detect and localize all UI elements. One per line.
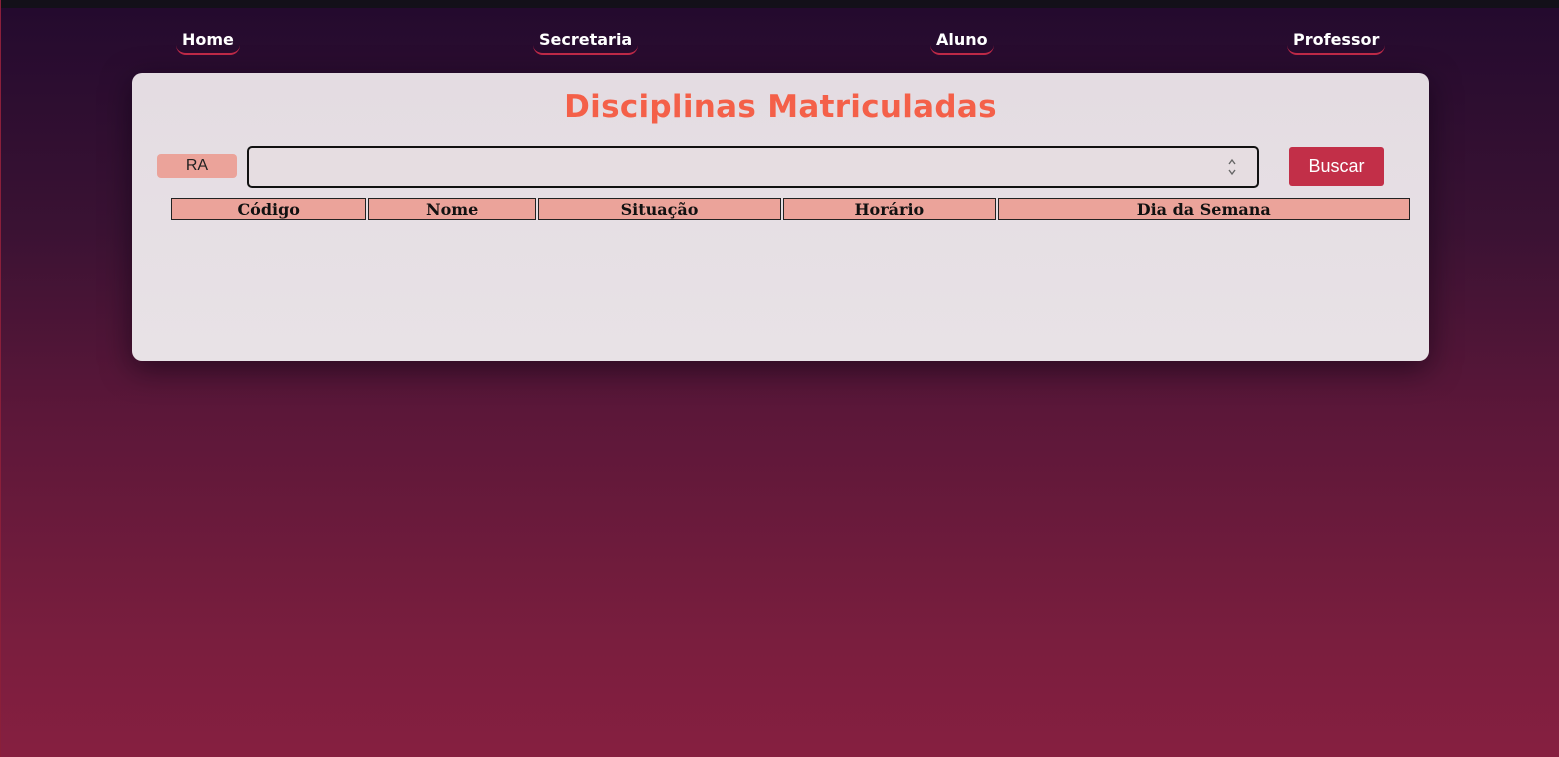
enrolled-courses-card: Disciplinas Matriculadas RA Buscar Códig… [132, 73, 1429, 361]
table-header-row: Código Nome Situação Horário Dia da Sema… [171, 198, 1410, 220]
main-nav: Home Secretaria Aluno Professor [0, 28, 1559, 58]
window-top-bar [0, 0, 1559, 8]
nav-link-aluno[interactable]: Aluno [930, 28, 994, 55]
column-header-dia-da-semana[interactable]: Dia da Semana [997, 198, 1410, 220]
column-header-situacao[interactable]: Situação [537, 198, 782, 220]
column-header-codigo[interactable]: Código [171, 198, 367, 220]
nav-link-secretaria[interactable]: Secretaria [533, 28, 639, 55]
courses-table: Código Nome Situação Horário Dia da Sema… [169, 198, 1412, 220]
ra-input[interactable] [249, 148, 1219, 186]
search-button[interactable]: Buscar [1289, 147, 1384, 186]
nav-link-professor[interactable]: Professor [1287, 28, 1386, 55]
ra-input-container [247, 146, 1259, 188]
nav-link-home[interactable]: Home [176, 28, 240, 55]
page-title: Disciplinas Matriculadas [564, 89, 997, 125]
column-header-nome[interactable]: Nome [368, 198, 536, 220]
number-spinner-icon[interactable] [1227, 156, 1237, 178]
column-header-horario[interactable]: Horário [783, 198, 996, 220]
ra-label: RA [157, 154, 237, 178]
left-edge-line [0, 0, 1, 757]
